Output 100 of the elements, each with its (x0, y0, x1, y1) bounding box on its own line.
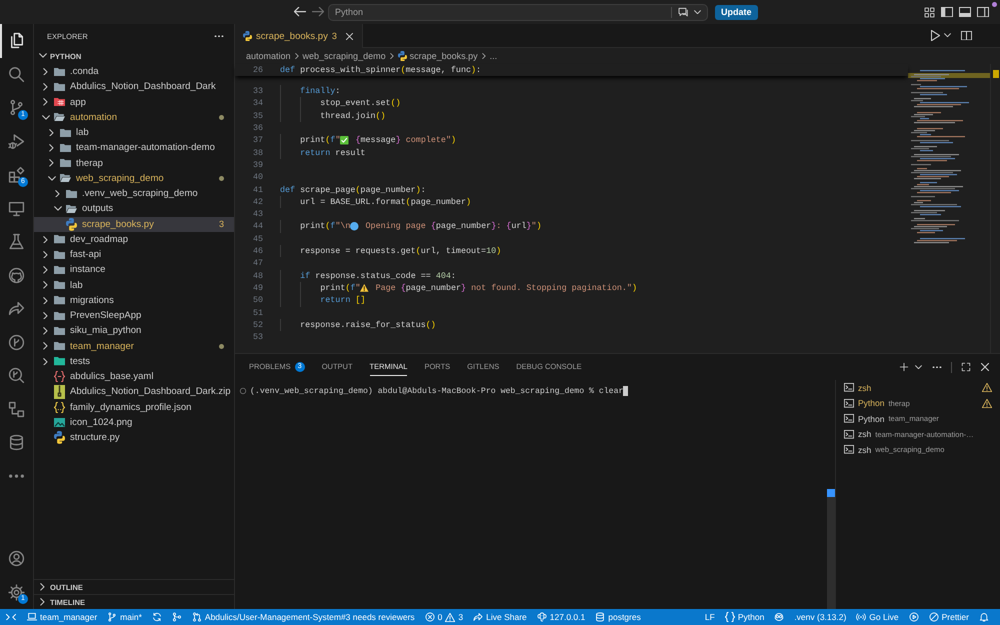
live-share-button[interactable]: Live Share (468, 609, 532, 625)
file-item[interactable]: scrape_books.py 3 (34, 216, 234, 232)
folder-icon (54, 250, 65, 259)
sidebar-left-icon[interactable] (941, 6, 953, 18)
pull-request-status[interactable]: Abdulics/User-Management-System#3 needs reviewers (186, 609, 420, 625)
more-icon[interactable] (932, 366, 942, 368)
code-text: response.raise_for_status() (300, 318, 436, 332)
folder-item[interactable]: .venv_web_scraping_demo (34, 186, 234, 202)
terminal-item[interactable]: zsh (836, 380, 992, 396)
caret-icon[interactable] (694, 10, 701, 14)
file-item[interactable]: icon_1024.png (34, 414, 234, 430)
folder-item[interactable]: outputs (34, 201, 234, 216)
problem-count: 3 (218, 219, 224, 230)
laptop-icon (27, 613, 37, 621)
update-button[interactable]: Update (715, 4, 758, 20)
files-icon (8, 32, 25, 50)
folder-icon (60, 128, 71, 137)
line-ending-status[interactable]: LF (700, 609, 720, 625)
folder-icon (60, 159, 71, 168)
folder-item[interactable]: instance (34, 262, 234, 278)
chevron-icon (482, 52, 486, 60)
folder-item[interactable]: therap (34, 156, 234, 171)
formatter-status[interactable]: Prettier (924, 609, 974, 625)
terminal-icon (844, 398, 854, 408)
folder-item[interactable]: team-manager-automation-demo (34, 140, 234, 156)
language-status[interactable]: Python (720, 609, 770, 625)
file-item[interactable]: family_dynamics_profile.json (34, 400, 234, 415)
branch-circle-icon (8, 334, 25, 351)
back-arrow-icon[interactable] (294, 7, 306, 17)
plus-icon[interactable] (899, 362, 909, 372)
line-number: 39 (252, 160, 263, 170)
warning-icon (982, 398, 992, 408)
folder-item[interactable]: .conda (34, 64, 234, 80)
folder-item[interactable]: team_manager (34, 338, 234, 354)
folder-icon (60, 144, 71, 152)
go-live-button[interactable]: Go Live (851, 609, 904, 625)
file-item[interactable]: abdulics_base.yaml (34, 369, 234, 384)
scrollbar-thumb[interactable] (827, 489, 835, 609)
workspace-name: Python (335, 7, 364, 17)
breadcrumb[interactable]: web_scraping_demo (302, 51, 386, 61)
branch-icon (8, 99, 25, 116)
breadcrumb[interactable]: automation (246, 51, 291, 61)
chat-icon[interactable] (678, 6, 689, 18)
warning-icon (982, 383, 992, 392)
layout-icon[interactable] (924, 6, 935, 18)
breadcrumb[interactable]: scrape_books.py (398, 50, 478, 62)
editor-tab[interactable]: scrape_books.py 3 (235, 24, 363, 48)
folder-item[interactable]: web_scraping_demo (34, 170, 234, 186)
braces-icon (54, 371, 65, 382)
folder-item[interactable]: migrations (34, 292, 234, 308)
branch-icon (107, 612, 118, 622)
folder-item[interactable]: tests (34, 354, 234, 369)
database-status[interactable]: postgres (590, 609, 646, 625)
problems-status[interactable]: 0 3 (420, 609, 468, 625)
python-icon (54, 431, 65, 444)
goggles-icon (774, 612, 784, 622)
folder-item[interactable]: Abdulics_Notion_Dashboard_Dark (34, 79, 234, 94)
file-item[interactable]: Abdulics_Notion_Dashboard_Dark.zip (34, 384, 234, 400)
more-icon (8, 474, 25, 478)
panel-bottom-icon[interactable] (959, 6, 971, 18)
more-icon[interactable] (214, 34, 224, 38)
graph-icon (172, 612, 182, 622)
folder-item[interactable]: dev_roadmap (34, 232, 234, 247)
text-cursor (623, 386, 628, 396)
forward-arrow-icon[interactable] (312, 7, 324, 17)
run-icon[interactable] (931, 30, 940, 42)
line-number: 45 (252, 234, 263, 244)
close-icon[interactable] (981, 363, 989, 371)
interpreter-status[interactable]: .venv (3.13.2) (789, 609, 852, 625)
breadcrumb[interactable]: ... (490, 51, 498, 61)
split-editor-icon[interactable] (961, 30, 972, 40)
file-item[interactable]: structure.py (34, 430, 234, 446)
folder-item[interactable]: lab (34, 278, 234, 293)
folder-item[interactable]: siku_mia_python (34, 323, 234, 338)
caret-icon[interactable] (915, 364, 922, 370)
folder-item[interactable]: PrevenSleepApp (34, 308, 234, 324)
folder-item[interactable]: lab (34, 125, 234, 140)
branch-status[interactable]: main* (102, 609, 147, 625)
folder-icon (54, 266, 65, 274)
folder-icon (54, 68, 65, 76)
open-folder-icon (60, 174, 71, 182)
problem-count: 3 (332, 31, 337, 41)
folder-item[interactable]: automation (34, 110, 234, 125)
command-center[interactable]: Python (328, 4, 708, 20)
line-number: 52 (252, 320, 263, 330)
line-number: 47 (252, 258, 263, 268)
close-icon[interactable] (346, 32, 353, 40)
maximize-icon[interactable] (961, 362, 971, 372)
folder-icon (66, 190, 77, 198)
monitor-icon (8, 200, 25, 217)
nodes-icon (8, 400, 25, 418)
sidebar-right-icon[interactable] (977, 6, 989, 18)
broadcast-icon (856, 612, 866, 622)
folder-item[interactable]: app (34, 94, 234, 110)
folder-item[interactable]: fast-api (34, 247, 234, 262)
caret-icon[interactable] (944, 33, 951, 38)
server-status[interactable]: 127.0.0.1 (532, 609, 590, 625)
line-number: 40 (252, 172, 263, 182)
folder-icon (54, 326, 65, 335)
workspace-status[interactable]: team_manager (22, 609, 102, 625)
